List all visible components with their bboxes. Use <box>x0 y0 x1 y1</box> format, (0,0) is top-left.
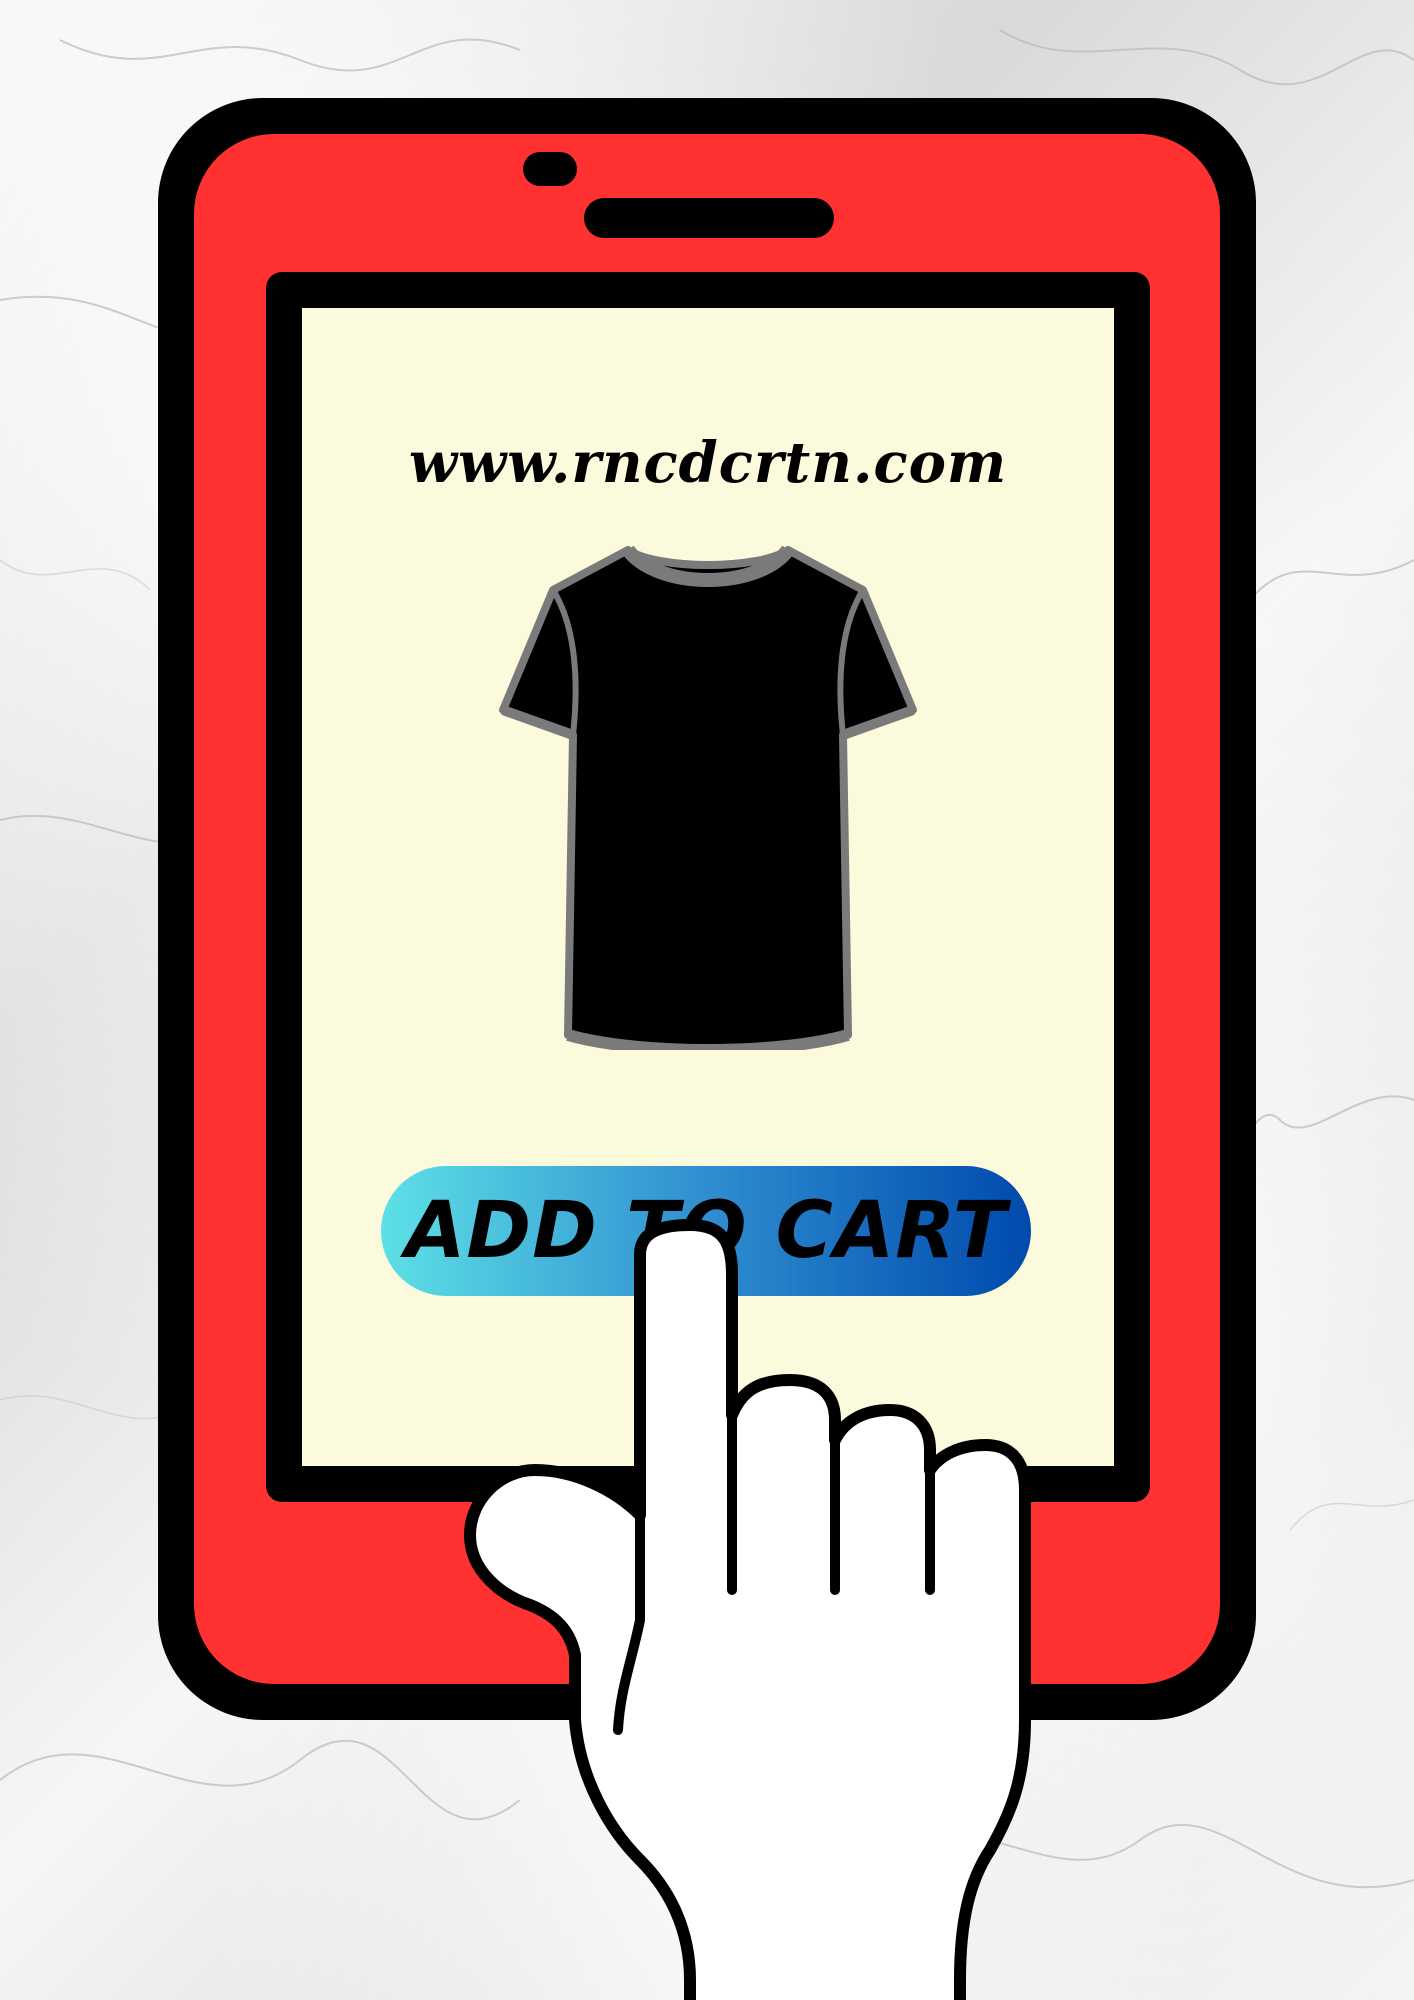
tshirt-icon <box>499 545 917 1050</box>
tablet-screen: www.rncdcrtn.com ADD TO CART <box>302 308 1114 1466</box>
camera-icon <box>523 152 577 186</box>
speaker-grille <box>584 198 834 238</box>
site-url[interactable]: www.rncdcrtn.com <box>302 430 1114 496</box>
add-to-cart-label: ADD TO CART <box>404 1186 1008 1276</box>
screen-frame: www.rncdcrtn.com ADD TO CART <box>266 272 1150 1502</box>
add-to-cart-button[interactable]: ADD TO CART <box>381 1166 1031 1296</box>
